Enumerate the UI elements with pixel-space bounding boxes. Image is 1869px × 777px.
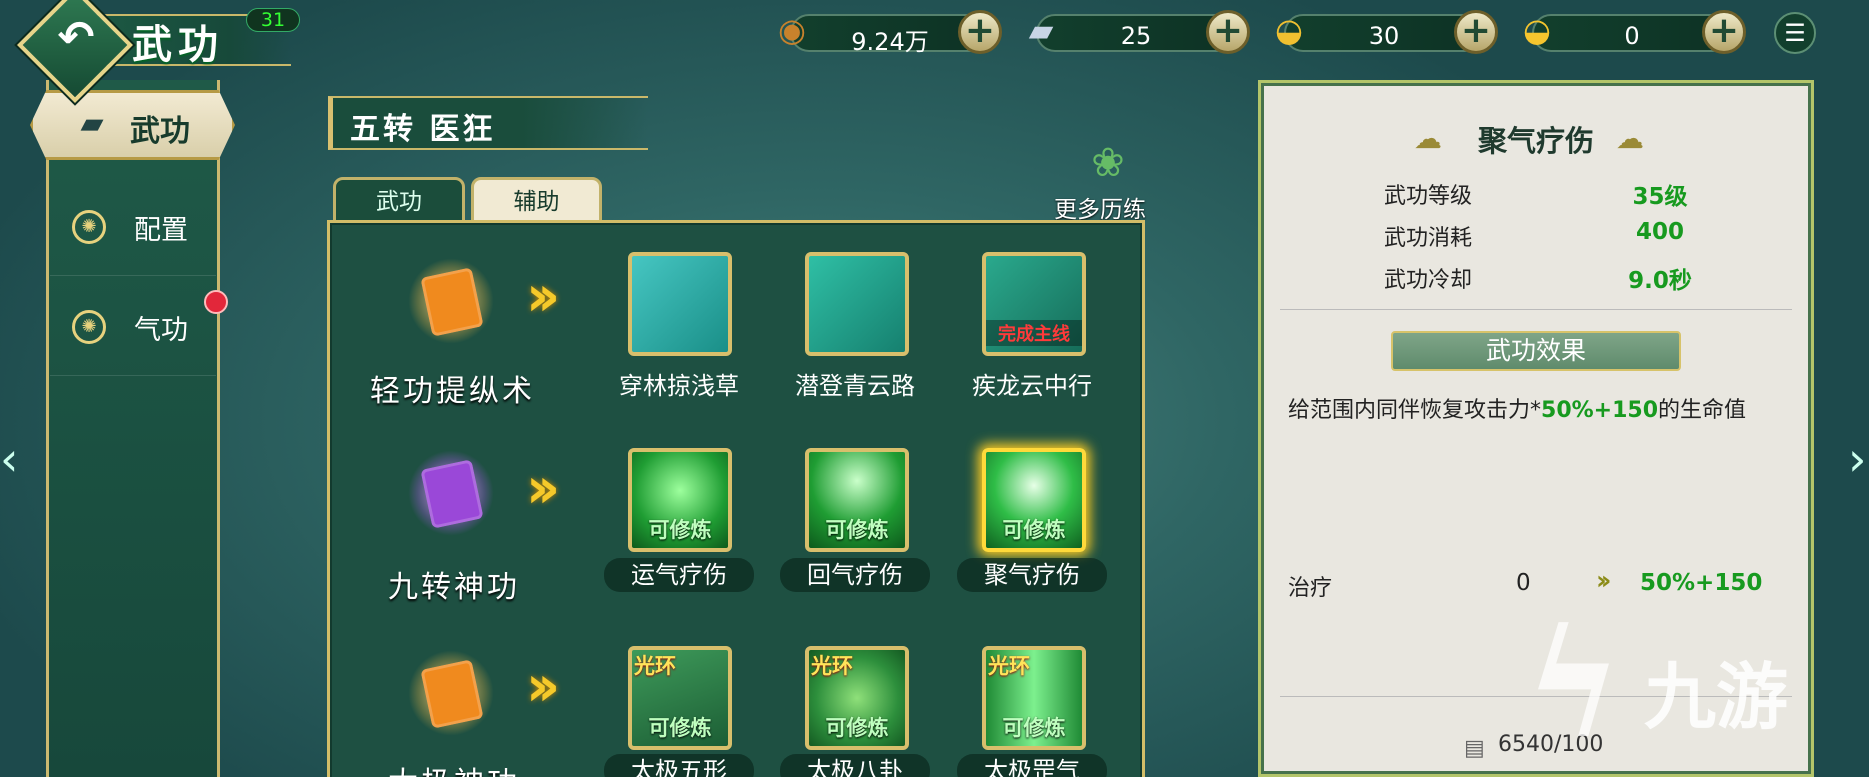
skill-name: 聚气疗伤 (957, 558, 1107, 592)
book-icon (408, 450, 494, 536)
stat-label: 武功等级 (1384, 184, 1473, 209)
watermark-text: 九游 (1644, 655, 1789, 739)
stat-value: 35级 (1632, 184, 1688, 210)
heal-label: 治疗 (1288, 576, 1333, 601)
skill-icon[interactable]: 光环 可修炼 (982, 646, 1086, 750)
double-chevron-icon: ›› (526, 456, 560, 521)
skill-name: 穿林掠浅草 (619, 372, 739, 400)
skill-name: 潜登青云路 (795, 372, 915, 400)
locked-label: 完成主线 (986, 320, 1082, 346)
add-silver-button[interactable]: + (1206, 10, 1250, 54)
skill-name: 运气疗伤 (604, 558, 754, 592)
resource-bound-gold-value: 30 (1368, 22, 1400, 50)
skill-name: 回气疗伤 (780, 558, 930, 592)
stat-value: 400 (1635, 219, 1684, 245)
double-chevron-icon: ›› (526, 264, 560, 329)
skill-icon[interactable]: 光环 可修炼 (805, 646, 909, 750)
add-bound-gold-button[interactable]: + (1454, 10, 1498, 54)
double-chevron-icon: ›› (526, 654, 560, 719)
upgrade-arrow-icon: ›› (1596, 566, 1612, 596)
notification-dot (204, 290, 228, 314)
nav-item-wugong-label: 武功 (130, 114, 190, 149)
gold-ingot-icon: ◒ (1523, 11, 1551, 49)
level-badge: 31 (246, 8, 300, 32)
book-icon (408, 650, 494, 736)
watermark-logo-icon: ϟ (1524, 596, 1623, 772)
skill-icon-selected[interactable]: 可修炼 (982, 448, 1086, 552)
menu-list-icon[interactable]: ☰ (1774, 12, 1816, 54)
heal-current-value: 0 (1516, 570, 1531, 596)
resource-silver-value: 25 (1120, 22, 1152, 50)
skill-icon[interactable]: 可修炼 (805, 448, 909, 552)
add-gold-button[interactable]: + (1702, 10, 1746, 54)
stat-label: 武功冷却 (1384, 268, 1473, 293)
skill-name: 太极八卦 (780, 754, 930, 777)
tab-wugong[interactable]: 武功 (333, 177, 465, 225)
resource-gold-value: 0 (1624, 22, 1640, 50)
skill-name: 太极罡气 (957, 754, 1107, 777)
book-icon (408, 258, 494, 344)
skill-icon[interactable]: 光环 可修炼 (628, 646, 732, 750)
effect-description: 给范围内同伴恢复攻击力*50%+150的生命值 (1288, 398, 1747, 423)
cards-icon: ▰ (80, 106, 104, 141)
swirl-icon: ✺ (72, 210, 106, 244)
nav-item-peizhi-label: 配置 (134, 215, 188, 246)
skill-name: 疾龙云中行 (972, 372, 1092, 400)
tab-fuzhu[interactable]: 辅助 (471, 177, 602, 225)
stat-label: 武功消耗 (1384, 226, 1473, 251)
effect-header: 武功效果 (1391, 331, 1681, 371)
stat-value: 9.0秒 (1628, 268, 1692, 294)
skill-icon[interactable] (628, 252, 732, 356)
row-label: 九转神功 (388, 570, 520, 605)
book-cost-icon: ▤ (1464, 736, 1485, 761)
skill-detail-title: 聚气疗伤 (1477, 124, 1594, 158)
heal-next-value: 50%+150 (1640, 570, 1763, 596)
copper-coin-icon: ◉ (778, 11, 806, 49)
skill-name: 太极五形 (604, 754, 754, 777)
skill-icon[interactable]: 完成主线 (982, 252, 1086, 356)
swirl-icon: ✺ (72, 310, 106, 344)
skill-icon[interactable] (805, 252, 909, 356)
divider (1280, 309, 1792, 310)
add-coin-button[interactable]: + (958, 10, 1002, 54)
skill-icon[interactable]: 可修炼 (628, 448, 732, 552)
next-page-arrow-icon[interactable]: › (1848, 432, 1866, 486)
locked-gold-ingot-icon: ◒ (1275, 11, 1303, 49)
row-label: 轻功提纵术 (370, 374, 535, 409)
silver-ingot-icon: ▰ (1028, 11, 1054, 49)
class-subtitle: 五转 医狂 (350, 112, 496, 147)
back-arrow-icon[interactable]: ↶ (52, 14, 100, 62)
prev-page-arrow-icon[interactable]: ‹ (0, 432, 18, 486)
row-label: 太极神功 (388, 758, 520, 777)
more-practice-icon[interactable]: ❀ (1082, 140, 1134, 188)
nav-item-qigong-label: 气功 (134, 315, 188, 346)
more-practice-label[interactable]: 更多历练 (1054, 190, 1146, 224)
page-title: 武功 (132, 21, 224, 68)
